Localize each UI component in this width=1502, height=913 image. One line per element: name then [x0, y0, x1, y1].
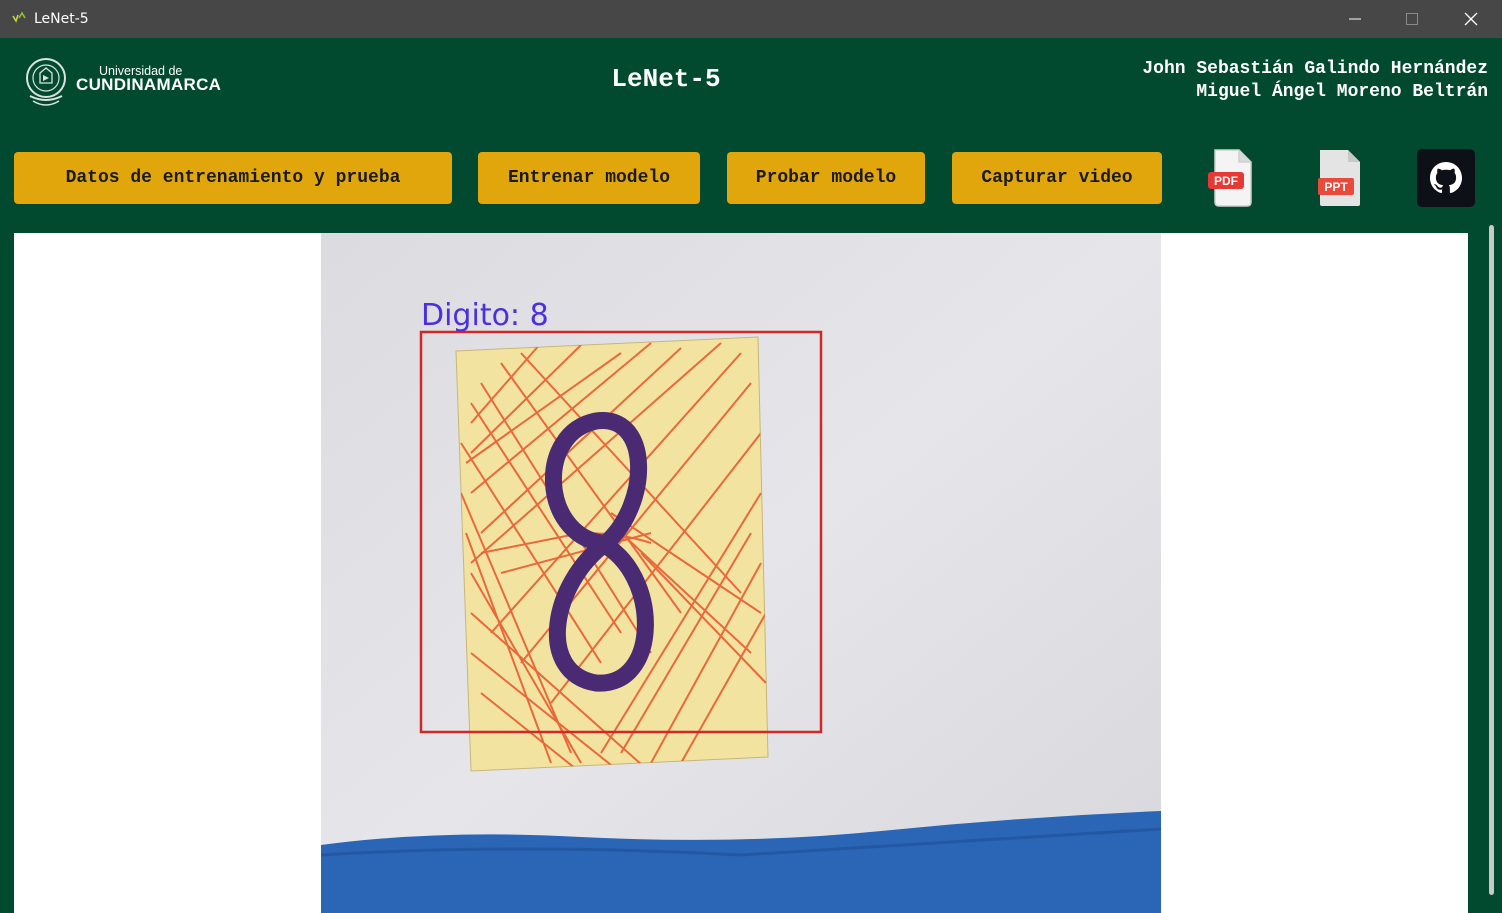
author-2: Miguel Ángel Moreno Beltrán [1196, 82, 1488, 102]
close-button[interactable] [1442, 0, 1500, 38]
app-header: Universidad de CUNDINAMARCA LeNet-5 John… [0, 38, 1502, 913]
authors: John Sebastián Galindo Hernández Miguel … [1142, 58, 1488, 104]
window-title: LeNet-5 [34, 11, 89, 27]
ppt-file-icon: PPT [1318, 150, 1360, 206]
window-titlebar: LeNet-5 [0, 0, 1502, 38]
test-model-button[interactable]: Probar modelo [727, 152, 925, 204]
vertical-scrollbar[interactable] [1486, 225, 1496, 913]
github-button[interactable] [1415, 147, 1477, 209]
author-1: John Sebastián Galindo Hernández [1142, 59, 1488, 79]
pdf-button[interactable]: PDF [1200, 147, 1262, 209]
capture-video-button[interactable]: Capturar video [952, 152, 1162, 204]
content-panel: Digito: 8 [14, 233, 1468, 913]
ppt-label: PPT [1324, 180, 1348, 194]
training-data-button[interactable]: Datos de entrenamiento y prueba [14, 152, 452, 204]
train-model-button[interactable]: Entrenar modelo [478, 152, 700, 204]
minimize-button[interactable] [1326, 0, 1384, 38]
maximize-button[interactable] [1383, 0, 1441, 38]
close-icon [1464, 12, 1478, 26]
app-icon [12, 11, 26, 23]
pdf-label: PDF [1214, 174, 1238, 188]
ppt-button[interactable]: PPT [1308, 147, 1370, 209]
app-title: LeNet-5 [611, 64, 721, 94]
github-icon [1417, 149, 1475, 207]
pdf-file-icon: PDF [1208, 149, 1252, 207]
minimize-icon [1349, 18, 1361, 20]
maximize-icon [1406, 13, 1418, 25]
camera-frame: Digito: 8 [321, 233, 1161, 913]
university-name-line2: CUNDINAMARCA [76, 75, 222, 94]
university-logo [26, 58, 66, 106]
prediction-label: Digito: 8 [421, 298, 549, 333]
scrollbar-thumb[interactable] [1489, 225, 1494, 895]
